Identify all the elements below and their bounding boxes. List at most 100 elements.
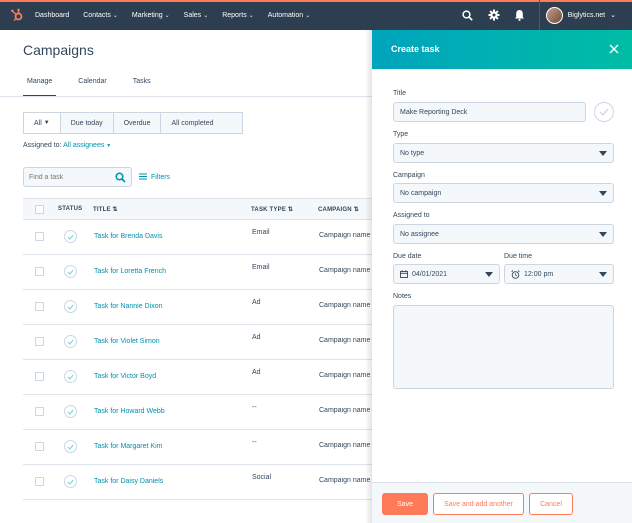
row-checkbox[interactable] xyxy=(35,232,44,241)
task-title-link[interactable]: Task for Daisy Daniels xyxy=(94,478,163,485)
due-date-label: Due date xyxy=(393,253,422,260)
assigned-filter: Assigned to: All assignees ▼ xyxy=(23,142,111,149)
chevron-down-icon: ⌄ xyxy=(305,12,311,19)
task-title-link[interactable]: Task for Victor Boyd xyxy=(94,373,156,380)
campaign-select[interactable]: No campaign xyxy=(393,183,614,203)
task-title-link[interactable]: Task for Brenda Davis xyxy=(94,233,162,240)
task-title-link[interactable]: Task for Margaret Kim xyxy=(94,443,162,450)
nav-item-label: Automation xyxy=(267,11,304,19)
status-check-icon[interactable] xyxy=(64,440,77,453)
task-title-link[interactable]: Task for Loretta French xyxy=(94,268,166,275)
filters-label: Filters xyxy=(151,174,171,181)
task-title-link[interactable]: Task for Nannie Dixon xyxy=(94,303,162,310)
nav-item-marketing[interactable]: Marketing ⌄ xyxy=(132,12,170,19)
status-check-icon[interactable] xyxy=(64,230,77,243)
nav-item-sales[interactable]: Sales ⌄ xyxy=(184,12,209,19)
assigned-dropdown[interactable]: All assignees ▼ xyxy=(63,142,111,149)
assigned-to-value: No assignee xyxy=(400,230,439,238)
filter-all[interactable]: All ▼ xyxy=(24,113,61,133)
status-check-icon[interactable] xyxy=(64,370,77,383)
tab-manage[interactable]: Manage xyxy=(23,72,57,97)
search-icon[interactable] xyxy=(455,0,481,30)
column-header-campaign[interactable]: CAMPAIGN ⇅ xyxy=(318,206,359,213)
account-menu[interactable]: Biglytics.net ⌄ xyxy=(545,6,616,24)
panel-title: Create task xyxy=(391,44,440,54)
mark-complete-check-icon[interactable] xyxy=(594,102,614,122)
caret-down-icon xyxy=(599,151,607,156)
save-and-add-another-button[interactable]: Save and add another xyxy=(433,493,524,515)
filter-overdue[interactable]: Overdue xyxy=(114,113,162,133)
due-date-value: 04/01/2021 xyxy=(412,270,448,278)
type-label: Type xyxy=(393,131,409,138)
task-title-link[interactable]: Task for Howard Webb xyxy=(94,408,165,415)
cancel-button[interactable]: Cancel xyxy=(529,493,573,515)
status-check-icon[interactable] xyxy=(64,300,77,313)
due-time-select[interactable]: 12:00 pm xyxy=(504,264,614,284)
bell-icon[interactable] xyxy=(507,0,533,30)
filter-due-today[interactable]: Due today xyxy=(61,113,114,133)
nav-divider xyxy=(538,0,540,30)
avatar xyxy=(545,6,563,24)
caret-down-icon xyxy=(599,272,607,277)
assigned-to-label: Assigned to xyxy=(393,212,430,219)
task-type: Email xyxy=(252,229,270,236)
column-header-label: CAMPAIGN xyxy=(318,207,352,213)
row-checkbox[interactable] xyxy=(35,337,44,346)
status-check-icon[interactable] xyxy=(64,335,77,348)
assigned-label: Assigned to: xyxy=(23,142,62,149)
caret-down-icon xyxy=(599,232,607,237)
type-select[interactable]: No type xyxy=(393,143,614,163)
gear-icon[interactable] xyxy=(481,0,507,30)
tab-calendar[interactable]: Calendar xyxy=(74,72,110,97)
title-value: Make Reporting Deck xyxy=(400,108,468,116)
campaign-label: Campaign xyxy=(393,172,425,179)
assigned-to-select[interactable]: No assignee xyxy=(393,224,614,244)
hubspot-logo-icon[interactable] xyxy=(7,5,27,25)
nav-item-contacts[interactable]: Contacts ⌄ xyxy=(83,12,118,19)
column-header-task-type[interactable]: TASK TYPE ⇅ xyxy=(251,206,293,213)
due-date-select[interactable]: 04/01/2021 xyxy=(393,264,500,284)
caret-down-icon: ▼ xyxy=(43,120,50,126)
nav-item-label: Dashboard xyxy=(35,11,70,19)
tab-tasks[interactable]: Tasks xyxy=(129,72,155,97)
chevron-down-icon: ⌄ xyxy=(203,12,209,19)
due-time-value: 12:00 pm xyxy=(524,270,554,278)
panel-footer: Save Save and add another Cancel xyxy=(372,482,632,523)
filters-button[interactable]: Filters xyxy=(139,173,170,182)
task-filter-segments: All ▼ Due today Overdue All completed xyxy=(23,112,243,134)
filter-all-completed[interactable]: All completed xyxy=(161,113,223,133)
nav-item-label: Marketing xyxy=(131,11,163,19)
row-checkbox[interactable] xyxy=(35,372,44,381)
row-checkbox[interactable] xyxy=(35,442,44,451)
task-type: -- xyxy=(252,404,257,411)
nav-item-automation[interactable]: Automation ⌄ xyxy=(268,12,310,19)
select-all-checkbox[interactable] xyxy=(35,205,44,214)
nav-item-label: Reports xyxy=(222,11,247,19)
chevron-down-icon: ⌄ xyxy=(248,12,254,19)
row-checkbox[interactable] xyxy=(35,267,44,276)
search-input[interactable] xyxy=(29,173,109,181)
nav-item-dashboard[interactable]: Dashboard xyxy=(35,12,69,19)
notes-textarea[interactable] xyxy=(393,305,614,389)
nav-right: Biglytics.net ⌄ xyxy=(455,0,632,30)
status-check-icon[interactable] xyxy=(64,475,77,488)
page-tabs: Manage Calendar Tasks xyxy=(23,72,173,97)
status-check-icon[interactable] xyxy=(64,265,77,278)
status-check-icon[interactable] xyxy=(64,405,77,418)
save-button[interactable]: Save xyxy=(382,493,428,515)
due-time-label: Due time xyxy=(504,253,533,260)
row-checkbox[interactable] xyxy=(35,477,44,486)
column-header-title[interactable]: TITLE ⇅ xyxy=(93,206,118,213)
search-icon[interactable] xyxy=(115,172,126,185)
column-header-label: TASK TYPE xyxy=(251,207,287,213)
task-title-link[interactable]: Task for Violet Simon xyxy=(94,338,160,345)
column-header-status: STATUS xyxy=(58,206,83,212)
filter-lines-icon xyxy=(139,173,147,182)
nav-item-reports[interactable]: Reports ⌄ xyxy=(222,12,254,19)
close-icon[interactable] xyxy=(608,43,620,55)
calendar-icon xyxy=(400,270,408,278)
task-type: -- xyxy=(252,439,257,446)
row-checkbox[interactable] xyxy=(35,407,44,416)
title-field[interactable]: Make Reporting Deck xyxy=(393,102,586,122)
row-checkbox[interactable] xyxy=(35,302,44,311)
